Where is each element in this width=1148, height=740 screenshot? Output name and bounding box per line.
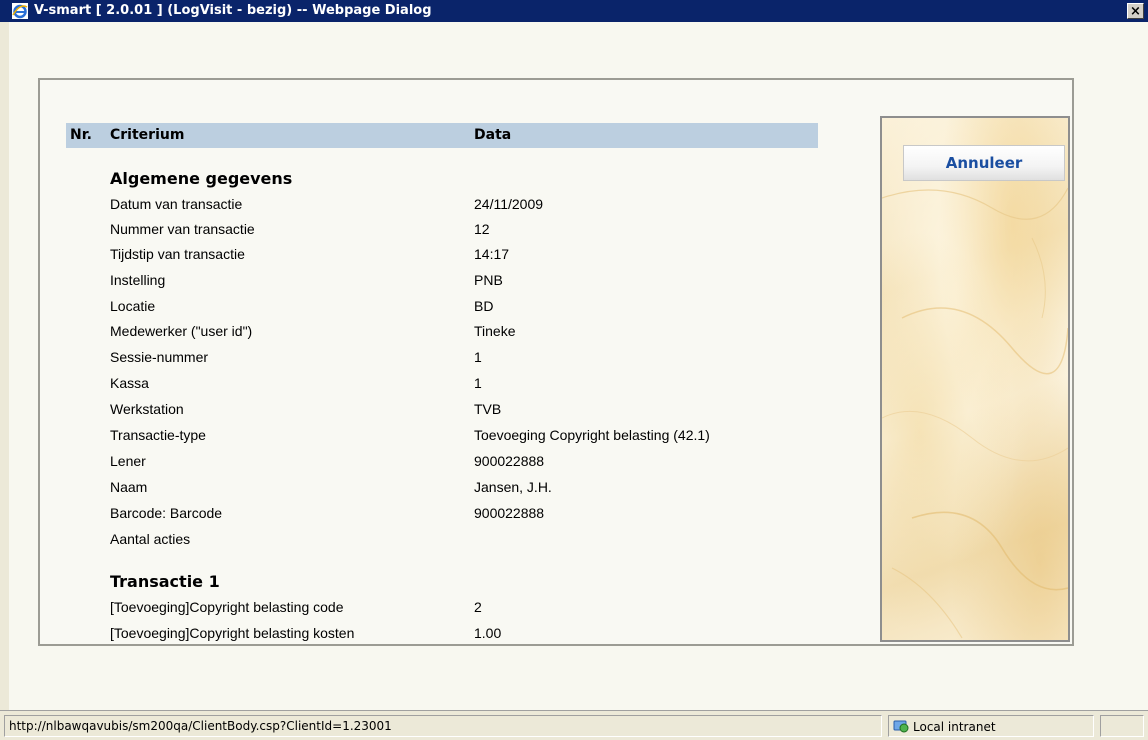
marble-texture — [882, 187, 1068, 639]
data-cell: 14:17 — [474, 246, 510, 262]
data-cell: TVB — [474, 401, 502, 417]
data-cell: Tineke — [474, 323, 516, 339]
criterium-cell: Nummer van transactie — [110, 221, 255, 237]
table-row: Aantal acties — [110, 531, 810, 551]
data-cell: BD — [474, 298, 494, 314]
table-header: Nr. Criterium Data — [66, 123, 818, 148]
criterium-cell: Sessie-nummer — [110, 349, 209, 365]
data-cell: Jansen, J.H. — [474, 479, 552, 495]
criterium-cell: Lener — [110, 453, 146, 469]
criterium-cell: Medewerker ("user id") — [110, 323, 253, 339]
cancel-button[interactable]: Annuleer — [903, 145, 1065, 181]
data-cell: Toevoeging Copyright belasting (42.1) — [474, 427, 710, 443]
table-row: Instelling PNB — [110, 272, 810, 292]
column-header-criterium: Criterium — [110, 127, 185, 143]
table-row: [Toevoeging]Copyright belasting kosten 1… — [110, 625, 810, 645]
resize-grip[interactable] — [1100, 715, 1144, 737]
marble-side-panel — [880, 116, 1070, 642]
column-header-nr: Nr. — [70, 127, 92, 143]
section-title-algemene-gegevens: Algemene gegevens — [110, 169, 293, 188]
criterium-cell: [Toevoeging]Copyright belasting code — [110, 599, 344, 615]
data-cell: 2 — [474, 599, 482, 615]
criterium-cell: Datum van transactie — [110, 196, 243, 212]
title-bar: V-smart [ 2.0.01 ] (LogVisit - bezig) --… — [0, 0, 1148, 22]
data-cell: PNB — [474, 272, 503, 288]
data-cell: 24/11/2009 — [474, 196, 544, 212]
table-row: Nummer van transactie 12 — [110, 221, 810, 241]
data-cell: 900022888 — [474, 505, 545, 521]
data-cell: 1.00 — [474, 625, 502, 641]
data-cell: 900022888 — [474, 453, 545, 469]
status-url: http://nlbawqavubis/sm200qa/ClientBody.c… — [4, 715, 882, 737]
table-row: Medewerker ("user id") Tineke — [110, 323, 810, 343]
criterium-cell: [Toevoeging]Copyright belasting kosten — [110, 625, 355, 641]
criterium-cell: Naam — [110, 479, 148, 495]
criterium-cell: Werkstation — [110, 401, 184, 417]
status-bar: http://nlbawqavubis/sm200qa/ClientBody.c… — [0, 710, 1148, 740]
local-intranet-icon — [893, 719, 909, 736]
table-row: Werkstation TVB — [110, 401, 810, 421]
status-zone: Local intranet — [888, 715, 1094, 737]
table-row: Datum van transactie 24/11/2009 — [110, 196, 810, 216]
table-row: Kassa 1 — [110, 375, 810, 395]
table-row: Barcode: Barcode 900022888 — [110, 505, 810, 525]
criterium-cell: Transactie-type — [110, 427, 206, 443]
column-header-data: Data — [474, 127, 512, 143]
section-title-transactie-1: Transactie 1 — [110, 572, 220, 591]
data-cell: 12 — [474, 221, 490, 237]
table-row: Lener 900022888 — [110, 453, 810, 473]
window-title: V-smart [ 2.0.01 ] (LogVisit - bezig) --… — [34, 3, 432, 18]
data-cell: 1 — [474, 349, 482, 365]
close-icon[interactable]: × — [1127, 3, 1144, 19]
ie-icon — [12, 3, 28, 19]
data-cell: 1 — [474, 375, 482, 391]
table-row: Locatie BD — [110, 298, 810, 318]
criterium-cell: Aantal acties — [110, 531, 191, 547]
criterium-cell: Instelling — [110, 272, 166, 288]
table-row: Naam Jansen, J.H. — [110, 479, 810, 499]
criterium-cell: Barcode: Barcode — [110, 505, 223, 521]
criterium-cell: Tijdstip van transactie — [110, 246, 245, 262]
criterium-cell: Kassa — [110, 375, 149, 391]
table-row: [Toevoeging]Copyright belasting code 2 — [110, 599, 810, 619]
table-row: Tijdstip van transactie 14:17 — [110, 246, 810, 266]
zone-label: Local intranet — [913, 720, 996, 734]
table-row: Transactie-type Toevoeging Copyright bel… — [110, 427, 810, 447]
criterium-cell: Locatie — [110, 298, 156, 314]
table-row: Sessie-nummer 1 — [110, 349, 810, 369]
